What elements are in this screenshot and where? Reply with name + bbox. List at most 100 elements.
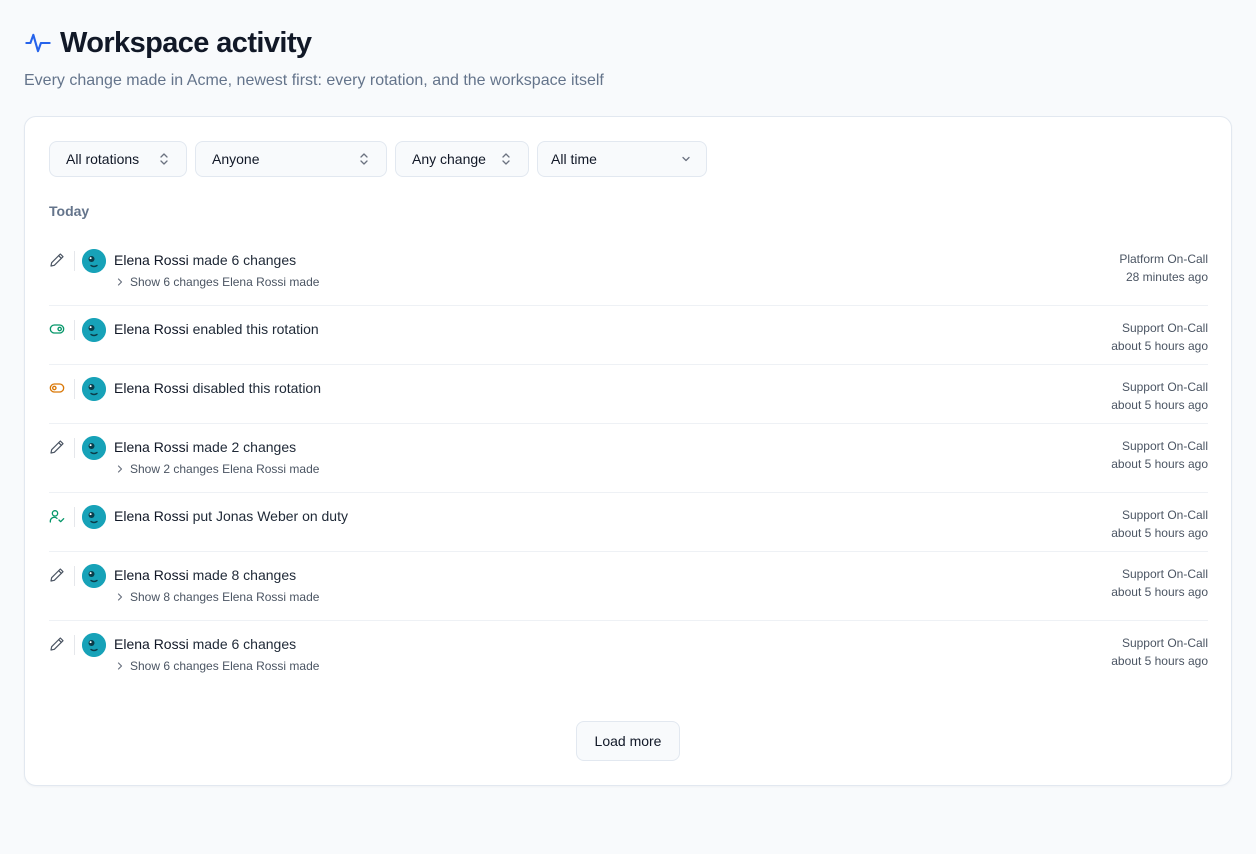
rotation-link[interactable]: Support On-Call (1111, 634, 1208, 652)
show-changes-label: Show 8 changes Elena Rossi made (130, 590, 320, 604)
avatar (82, 564, 106, 588)
timestamp: about 5 hours ago (1111, 654, 1208, 668)
activity-row: Elena Rossi put Jonas Weber on duty Supp… (49, 493, 1208, 552)
load-more-button[interactable]: Load more (576, 721, 680, 761)
pencil-icon (49, 252, 65, 268)
activity-action: enabled this rotation (188, 321, 319, 337)
show-changes-toggle[interactable]: Show 2 changes Elena Rossi made (114, 462, 319, 476)
chevron-right-icon (114, 661, 130, 671)
timestamp: about 5 hours ago (1111, 339, 1208, 353)
actor-name[interactable]: Elena Rossi (114, 321, 189, 337)
rotation-filter-label: All rotations (66, 151, 140, 167)
chevron-up-down-icon (158, 152, 170, 166)
show-changes-label: Show 2 changes Elena Rossi made (130, 462, 320, 476)
show-changes-label: Show 6 changes Elena Rossi made (130, 275, 320, 289)
avatar (82, 377, 106, 401)
timestamp: 28 minutes ago (1125, 270, 1208, 284)
activity-row: Elena Rossi enabled this rotation Suppor… (49, 306, 1208, 365)
avatar (82, 249, 106, 273)
activity-meta: Support On-Call about 5 hours ago (1111, 437, 1208, 473)
toggle-off-icon (49, 380, 65, 396)
activity-action: made 2 changes (188, 439, 297, 455)
user-check-icon (49, 508, 65, 524)
activity-action: made 8 changes (188, 567, 297, 583)
avatar (82, 505, 106, 529)
chevron-up-down-icon (500, 152, 512, 166)
activity-text: Elena Rossi made 8 changes (114, 566, 296, 584)
time-filter[interactable]: All time (537, 141, 707, 177)
activity-action: put Jonas Weber on duty (188, 508, 348, 524)
actor-name[interactable]: Elena Rossi (114, 439, 189, 455)
pencil-icon (49, 636, 65, 652)
activity-meta: Platform On-Call 28 minutes ago (1119, 250, 1208, 286)
rotation-link[interactable]: Support On-Call (1111, 319, 1208, 337)
actor-name[interactable]: Elena Rossi (114, 567, 189, 583)
row-divider (74, 251, 75, 271)
activity-action: made 6 changes (188, 636, 297, 652)
filter-bar: All rotations Anyone Any change All time (49, 141, 715, 177)
show-changes-toggle[interactable]: Show 6 changes Elena Rossi made (114, 659, 319, 673)
activity-text: Elena Rossi made 2 changes (114, 438, 296, 456)
chevron-up-down-icon (358, 152, 370, 166)
activity-text: Elena Rossi enabled this rotation (114, 320, 319, 338)
activity-pulse-icon (24, 29, 52, 57)
actor-name[interactable]: Elena Rossi (114, 252, 189, 268)
activity-row: Elena Rossi made 6 changes Show 6 change… (49, 621, 1208, 690)
row-divider (74, 438, 75, 458)
time-filter-label: All time (551, 151, 597, 167)
row-divider (74, 635, 75, 655)
avatar (82, 633, 106, 657)
activity-meta: Support On-Call about 5 hours ago (1111, 565, 1208, 601)
activity-text: Elena Rossi made 6 changes (114, 251, 296, 269)
avatar (82, 436, 106, 460)
page-subtitle: Every change made in Acme, newest first:… (24, 72, 604, 89)
page-title: Workspace activity (60, 26, 312, 59)
actor-name[interactable]: Elena Rossi (114, 380, 189, 396)
activity-card: All rotations Anyone Any change All time… (24, 116, 1232, 786)
timestamp: about 5 hours ago (1111, 457, 1208, 471)
activity-text: Elena Rossi disabled this rotation (114, 379, 321, 397)
activity-text: Elena Rossi put Jonas Weber on duty (114, 507, 348, 525)
show-changes-toggle[interactable]: Show 8 changes Elena Rossi made (114, 590, 319, 604)
activity-list: Elena Rossi made 6 changes Show 6 change… (49, 237, 1208, 690)
row-divider (74, 379, 75, 399)
activity-meta: Support On-Call about 5 hours ago (1111, 319, 1208, 355)
activity-row: Elena Rossi made 8 changes Show 8 change… (49, 552, 1208, 621)
row-divider (74, 507, 75, 527)
toggle-on-icon (49, 321, 65, 337)
rotation-link[interactable]: Support On-Call (1111, 378, 1208, 396)
rotation-link[interactable]: Platform On-Call (1119, 250, 1208, 268)
activity-row: Elena Rossi disabled this rotation Suppo… (49, 365, 1208, 424)
pencil-icon (49, 439, 65, 455)
pencil-icon (49, 567, 65, 583)
activity-meta: Support On-Call about 5 hours ago (1111, 506, 1208, 542)
row-divider (74, 566, 75, 586)
rotation-link[interactable]: Support On-Call (1111, 437, 1208, 455)
change-type-filter[interactable]: Any change (395, 141, 529, 177)
activity-row: Elena Rossi made 6 changes Show 6 change… (49, 237, 1208, 306)
chevron-right-icon (114, 592, 130, 602)
change-type-filter-label: Any change (412, 151, 486, 167)
activity-action: disabled this rotation (188, 380, 322, 396)
chevron-down-icon (680, 153, 692, 165)
actor-filter[interactable]: Anyone (195, 141, 387, 177)
title-row: Workspace activity (24, 26, 1224, 60)
row-divider (74, 320, 75, 340)
chevron-right-icon (114, 464, 130, 474)
show-changes-toggle[interactable]: Show 6 changes Elena Rossi made (114, 275, 319, 289)
timestamp: about 5 hours ago (1111, 585, 1208, 599)
show-changes-label: Show 6 changes Elena Rossi made (130, 659, 320, 673)
activity-meta: Support On-Call about 5 hours ago (1111, 378, 1208, 414)
chevron-right-icon (114, 277, 130, 287)
activity-meta: Support On-Call about 5 hours ago (1111, 634, 1208, 670)
activity-action: made 6 changes (188, 252, 297, 268)
page-header: Workspace activity Every change made in … (24, 26, 1224, 91)
avatar (82, 318, 106, 342)
rotation-link[interactable]: Support On-Call (1111, 565, 1208, 583)
rotation-link[interactable]: Support On-Call (1111, 506, 1208, 524)
actor-name[interactable]: Elena Rossi (114, 636, 189, 652)
timestamp: about 5 hours ago (1111, 398, 1208, 412)
activity-text: Elena Rossi made 6 changes (114, 635, 296, 653)
actor-name[interactable]: Elena Rossi (114, 508, 189, 524)
rotation-filter[interactable]: All rotations (49, 141, 187, 177)
